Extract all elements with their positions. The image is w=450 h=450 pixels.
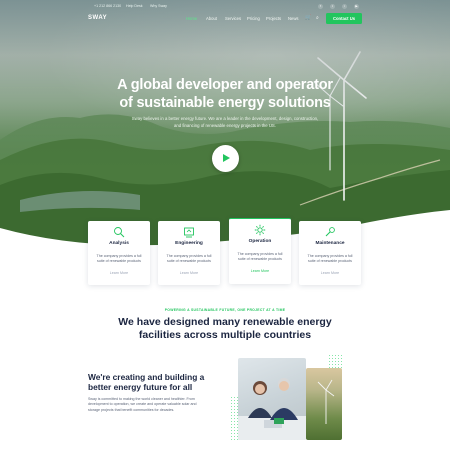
contact-us-button[interactable]: Contact Us (326, 13, 362, 24)
nav-item-pricing[interactable]: Pricing (247, 16, 260, 21)
operation-icon (254, 224, 266, 236)
card-title: Engineering (175, 241, 203, 246)
team-meeting-photo (238, 358, 306, 440)
card-text: The company provides a full suite of ren… (96, 254, 142, 263)
play-icon (223, 154, 230, 162)
maintenance-icon (325, 227, 335, 237)
logo[interactable]: SWAY (88, 15, 107, 21)
facebook-icon[interactable]: f (318, 4, 323, 9)
search-icon[interactable]: ⌕ (316, 15, 319, 21)
learn-more-link[interactable]: Learn More (299, 271, 361, 275)
about-text: Sway is committed to making the world cl… (88, 397, 197, 412)
service-card-operation[interactable]: Operation The company provides a full su… (229, 218, 291, 284)
topbar-help[interactable]: Help Desk (126, 4, 143, 8)
service-card-analysis[interactable]: Analysis The company provides a full sui… (88, 221, 150, 285)
card-title: Maintenance (315, 241, 345, 246)
topbar-location[interactable]: Why Sway (150, 4, 167, 8)
about-title: We're creating and building a better ene… (88, 372, 205, 392)
main-nav: SWAY Home About Services Pricing Project… (0, 13, 450, 25)
hero-bottom-curve (0, 210, 450, 250)
cart-icon[interactable]: 🛒 (305, 15, 311, 21)
service-card-engineering[interactable]: Engineering The company provides a full … (158, 221, 220, 285)
service-card-maintenance[interactable]: Maintenance The company provides a full … (299, 221, 361, 285)
twitter-icon[interactable]: t (330, 4, 335, 9)
engineering-icon (184, 227, 194, 238)
nav-item-projects[interactable]: Projects (266, 16, 281, 21)
nav-item-services[interactable]: Services (225, 16, 241, 21)
play-video-button[interactable] (212, 145, 239, 172)
section-eyebrow: POWERING A SUSTAINABLE FUTURE, ONE PROJE… (164, 308, 286, 312)
hero-title-line-2: of sustainable energy solutions (119, 95, 331, 111)
learn-more-link[interactable]: Learn More (88, 271, 150, 275)
hero-title: A global developer and operator of susta… (0, 76, 450, 112)
card-text: The company provides a full suite of ren… (237, 252, 283, 261)
card-title: Analysis (109, 241, 129, 246)
learn-more-link[interactable]: Learn More (229, 269, 291, 273)
instagram-icon[interactable]: i (342, 4, 347, 9)
card-text: The company provides a full suite of ren… (307, 254, 353, 263)
nav-item-news[interactable]: News (288, 16, 298, 21)
nav-item-about[interactable]: About (206, 16, 217, 21)
wind-farm-photo (306, 368, 342, 440)
hero-description: Sway believes in a better energy future.… (131, 116, 319, 128)
analysis-icon (114, 227, 125, 238)
section-title: We have designed many renewable energy f… (118, 316, 332, 341)
topbar-phone[interactable]: +1 212 866 2130 (94, 4, 121, 8)
about-images (230, 354, 346, 446)
nav-item-home[interactable]: Home (186, 16, 197, 21)
card-text: The company provides a full suite of ren… (166, 254, 212, 263)
youtube-icon[interactable]: ▶ (354, 4, 359, 9)
hero-title-line-1: A global developer and operator (117, 77, 333, 93)
topbar: +1 212 866 2130 Help Desk Why Sway f t i… (0, 2, 450, 12)
learn-more-link[interactable]: Learn More (158, 271, 220, 275)
card-title: Operation (248, 239, 272, 244)
